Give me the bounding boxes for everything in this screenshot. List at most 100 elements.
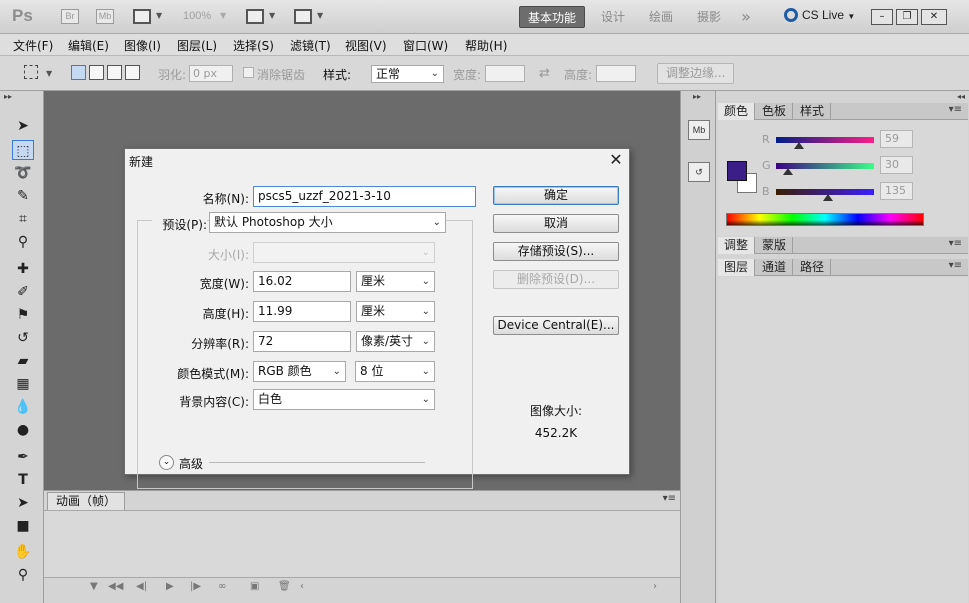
height-input[interactable]: 11.99 <box>253 301 351 322</box>
chevron-down-icon[interactable]: ⌄ <box>159 455 174 470</box>
tab-channels[interactable]: 通道 <box>756 259 794 276</box>
tab-color[interactable]: 颜色 <box>718 103 756 120</box>
width-input[interactable]: 16.02 <box>253 271 351 292</box>
duplicate-frame-icon[interactable]: ▣ <box>250 581 259 592</box>
dodge-tool-icon[interactable]: ● <box>12 420 34 440</box>
quick-selection-tool-icon[interactable]: ✎ <box>12 186 34 206</box>
menu-view[interactable]: 视图(V) <box>345 37 387 54</box>
green-value-input[interactable]: 30 <box>880 156 913 174</box>
hand-tool-icon[interactable]: ✋ <box>12 542 34 562</box>
red-value-input[interactable]: 59 <box>880 130 913 148</box>
blur-tool-icon[interactable]: 💧 <box>12 397 34 417</box>
shape-tool-icon[interactable]: ■ <box>12 516 34 536</box>
workspace-design[interactable]: 设计 <box>592 6 634 28</box>
panel-menu-icon[interactable]: ▾≡ <box>949 104 962 115</box>
cancel-button[interactable]: 取消 <box>493 214 619 233</box>
tab-adjustments[interactable]: 调整 <box>718 237 756 254</box>
collapse-panel-icon[interactable]: ◂◂ <box>957 92 965 101</box>
new-selection-icon[interactable] <box>71 65 86 80</box>
chevron-down-icon[interactable]: ▼ <box>220 11 226 20</box>
type-tool-icon[interactable]: T <box>12 470 34 490</box>
minimize-button[interactable]: – <box>871 9 893 25</box>
workspace-essentials[interactable]: 基本功能 <box>519 6 585 28</box>
history-icon[interactable]: ↺ <box>688 162 710 182</box>
tab-swatches[interactable]: 色板 <box>756 103 794 120</box>
menu-select[interactable]: 选择(S) <box>233 37 274 54</box>
height-unit-select[interactable]: 厘米 ⌄ <box>356 301 435 322</box>
chevron-down-icon[interactable]: ▼ <box>317 11 323 20</box>
antialias-checkbox[interactable] <box>243 67 254 78</box>
save-preset-button[interactable]: 存储预设(S)... <box>493 242 619 261</box>
workspace-painting[interactable]: 绘画 <box>640 6 682 28</box>
width-input[interactable] <box>485 65 525 82</box>
resolution-input[interactable]: 72 <box>253 331 351 352</box>
animation-tab[interactable]: 动画（帧） <box>47 492 126 510</box>
add-to-selection-icon[interactable] <box>89 65 104 80</box>
lasso-tool-icon[interactable]: ➰ <box>12 163 34 183</box>
zoom-tool-icon[interactable]: ⚲ <box>12 565 34 585</box>
blue-slider-knob[interactable] <box>822 194 833 201</box>
ok-button[interactable]: 确定 <box>493 186 619 205</box>
advanced-label[interactable]: 高级 <box>179 455 203 472</box>
menu-filter[interactable]: 滤镜(T) <box>290 37 331 54</box>
bridge-button[interactable]: Br <box>61 9 79 24</box>
panel-menu-icon[interactable]: ▾≡ <box>949 238 962 249</box>
maximize-button[interactable]: ❐ <box>896 9 918 25</box>
screen-mode-icon[interactable] <box>294 9 312 24</box>
scroll-left-icon[interactable]: ‹ <box>300 581 304 592</box>
preset-select[interactable]: 默认 Photoshop 大小 ⌄ <box>209 212 446 233</box>
tab-layers[interactable]: 图层 <box>718 259 756 276</box>
foreground-color-swatch[interactable] <box>727 161 747 181</box>
eraser-tool-icon[interactable]: ▰ <box>12 351 34 371</box>
delete-preset-button[interactable]: 删除预设(D)... <box>493 270 619 289</box>
green-slider-knob[interactable] <box>782 168 793 175</box>
menu-image[interactable]: 图像(I) <box>124 37 161 54</box>
play-icon[interactable]: ▶ <box>166 581 174 592</box>
history-brush-tool-icon[interactable]: ↺ <box>12 328 34 348</box>
tab-masks[interactable]: 蒙版 <box>756 237 794 254</box>
intersect-selection-icon[interactable] <box>125 65 140 80</box>
device-central-button[interactable]: Device Central(E)... <box>493 316 619 335</box>
collapse-panel-icon[interactable]: ▸▸ <box>693 92 701 101</box>
marquee-tool-icon[interactable]: ⬚ <box>12 140 34 160</box>
height-input[interactable] <box>596 65 636 82</box>
bit-depth-select[interactable]: 8 位 ⌄ <box>355 361 435 382</box>
clone-stamp-tool-icon[interactable]: ⚑ <box>12 305 34 325</box>
name-input[interactable]: pscs5_uzzf_2021-3-10 <box>253 186 476 207</box>
chevron-down-icon[interactable]: ▼ <box>156 11 162 20</box>
feather-input[interactable]: 0 px <box>189 65 233 82</box>
panel-menu-icon[interactable]: ▾≡ <box>949 260 962 271</box>
resolution-unit-select[interactable]: 像素/英寸 ⌄ <box>356 331 435 352</box>
chevron-down-icon[interactable]: ▼ <box>269 11 275 20</box>
path-selection-tool-icon[interactable]: ➤ <box>12 493 34 513</box>
blue-value-input[interactable]: 135 <box>880 182 913 200</box>
tween-icon[interactable]: ∞ <box>218 581 226 592</box>
first-frame-icon[interactable]: ◀◀ <box>108 581 123 592</box>
next-frame-icon[interactable]: |▶ <box>190 581 201 592</box>
menu-edit[interactable]: 编辑(E) <box>68 37 109 54</box>
mini-bridge-icon[interactable]: Mb <box>688 120 710 140</box>
width-unit-select[interactable]: 厘米 ⌄ <box>356 271 435 292</box>
menu-help[interactable]: 帮助(H) <box>465 37 507 54</box>
mini-bridge-button[interactable]: Mb <box>96 9 114 24</box>
brush-tool-icon[interactable]: ✐ <box>12 282 34 302</box>
view-extras-icon[interactable] <box>133 9 151 24</box>
loop-options-icon[interactable]: ▼ <box>90 581 98 592</box>
healing-brush-tool-icon[interactable]: ✚ <box>12 259 34 279</box>
subtract-from-selection-icon[interactable] <box>107 65 122 80</box>
color-mode-select[interactable]: RGB 颜色 ⌄ <box>253 361 346 382</box>
menu-layer[interactable]: 图层(L) <box>177 37 217 54</box>
cs-live-menu[interactable]: CS Live ▼ <box>784 8 855 22</box>
zoom-level[interactable]: 100% <box>183 10 211 22</box>
crop-tool-icon[interactable]: ⌗ <box>12 209 34 229</box>
tab-styles[interactable]: 样式 <box>794 103 832 120</box>
delete-frame-icon[interactable]: 🗑 <box>278 581 291 592</box>
red-slider-knob[interactable] <box>793 142 804 149</box>
color-spectrum-bar[interactable] <box>726 213 924 226</box>
arrange-documents-icon[interactable] <box>246 9 264 24</box>
gradient-tool-icon[interactable]: ▦ <box>12 374 34 394</box>
workspace-photography[interactable]: 摄影 <box>688 6 730 28</box>
close-icon[interactable]: ✕ <box>607 151 625 169</box>
menu-file[interactable]: 文件(F) <box>13 37 53 54</box>
marquee-tool-preset-icon[interactable] <box>24 65 38 79</box>
